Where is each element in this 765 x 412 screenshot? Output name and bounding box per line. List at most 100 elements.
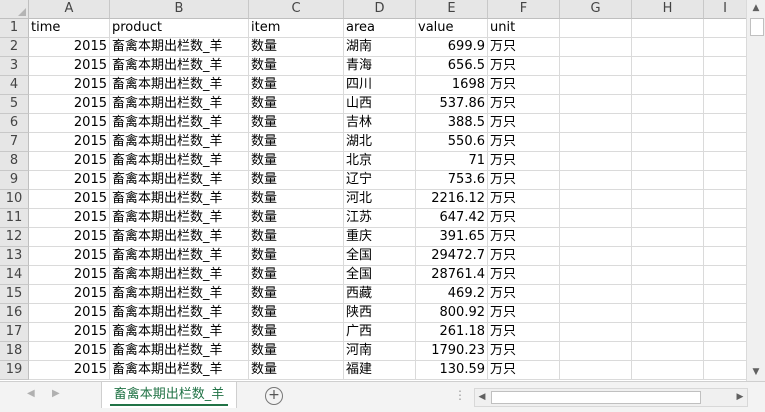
cell-unit[interactable]: 万只 (488, 228, 560, 247)
column-header-h[interactable]: H (632, 0, 704, 19)
cell-time[interactable]: 2015 (29, 285, 110, 304)
cell-empty[interactable] (560, 133, 632, 152)
cell-time[interactable]: 2015 (29, 133, 110, 152)
cell-empty[interactable] (632, 95, 704, 114)
cell-area[interactable]: 湖南 (344, 38, 416, 57)
cell-empty[interactable] (632, 361, 704, 380)
cell-area[interactable]: 北京 (344, 152, 416, 171)
select-all-corner[interactable] (0, 0, 29, 19)
cell-empty[interactable] (560, 171, 632, 190)
cell-empty[interactable] (632, 304, 704, 323)
row-header[interactable]: 15 (0, 285, 29, 304)
cell-empty[interactable] (632, 342, 704, 361)
cell-value[interactable]: 1698 (416, 76, 488, 95)
cell-item[interactable]: 数量 (249, 323, 344, 342)
sheet-tab-active[interactable]: 畜禽本期出栏数_羊 (101, 382, 237, 408)
cell-time[interactable]: 2015 (29, 304, 110, 323)
cell-time[interactable]: 2015 (29, 342, 110, 361)
cell-time[interactable]: 2015 (29, 152, 110, 171)
cell-value[interactable]: 261.18 (416, 323, 488, 342)
cell-empty[interactable] (704, 209, 746, 228)
cell-area[interactable]: 辽宁 (344, 171, 416, 190)
cell-empty[interactable] (704, 342, 746, 361)
cell-value[interactable]: 537.86 (416, 95, 488, 114)
cell-area[interactable]: 全国 (344, 266, 416, 285)
cell-area[interactable]: 陕西 (344, 304, 416, 323)
horizontal-scroll-thumb[interactable] (491, 391, 701, 404)
cell-time[interactable]: 2015 (29, 209, 110, 228)
cell-value[interactable]: 388.5 (416, 114, 488, 133)
cell-product[interactable]: 畜禽本期出栏数_羊 (110, 228, 249, 247)
cell-value[interactable]: 699.9 (416, 38, 488, 57)
cell-empty[interactable] (632, 266, 704, 285)
row-header[interactable]: 8 (0, 152, 29, 171)
cell-value[interactable]: 469.2 (416, 285, 488, 304)
cell-unit[interactable]: 万只 (488, 38, 560, 57)
row-header[interactable]: 4 (0, 76, 29, 95)
cell-empty[interactable] (632, 38, 704, 57)
cell-unit[interactable]: 万只 (488, 342, 560, 361)
cell-product[interactable]: 畜禽本期出栏数_羊 (110, 95, 249, 114)
column-header-g[interactable]: G (560, 0, 632, 19)
cell-empty[interactable] (560, 190, 632, 209)
cell-value[interactable]: 647.42 (416, 209, 488, 228)
cell-empty[interactable] (560, 209, 632, 228)
cell-value-header[interactable]: value (416, 19, 488, 38)
cell-area[interactable]: 吉林 (344, 114, 416, 133)
cell-area[interactable]: 湖北 (344, 133, 416, 152)
cell-empty[interactable] (560, 152, 632, 171)
cell-time[interactable]: 2015 (29, 114, 110, 133)
cell-unit[interactable]: 万只 (488, 361, 560, 380)
cell-time[interactable]: 2015 (29, 228, 110, 247)
cell-item[interactable]: 数量 (249, 247, 344, 266)
cell-empty[interactable] (704, 19, 746, 38)
cell-empty[interactable] (704, 133, 746, 152)
cell-unit[interactable]: 万只 (488, 304, 560, 323)
cell-product[interactable]: 畜禽本期出栏数_羊 (110, 209, 249, 228)
cell-unit[interactable]: 万只 (488, 76, 560, 95)
cell-value[interactable]: 2216.12 (416, 190, 488, 209)
cell-unit[interactable]: 万只 (488, 152, 560, 171)
cell-empty[interactable] (632, 133, 704, 152)
cell-item[interactable]: 数量 (249, 152, 344, 171)
cell-item[interactable]: 数量 (249, 171, 344, 190)
cell-time[interactable]: 2015 (29, 57, 110, 76)
cell-product[interactable]: 畜禽本期出栏数_羊 (110, 342, 249, 361)
cell-empty[interactable] (560, 76, 632, 95)
row-header[interactable]: 12 (0, 228, 29, 247)
cell-empty[interactable] (704, 228, 746, 247)
column-header-d[interactable]: D (344, 0, 416, 19)
cell-value[interactable]: 550.6 (416, 133, 488, 152)
cell-item[interactable]: 数量 (249, 76, 344, 95)
row-header[interactable]: 14 (0, 266, 29, 285)
cell-empty[interactable] (560, 19, 632, 38)
cell-unit[interactable]: 万只 (488, 266, 560, 285)
cell-item[interactable]: 数量 (249, 342, 344, 361)
cell-item[interactable]: 数量 (249, 266, 344, 285)
cell-empty[interactable] (704, 247, 746, 266)
add-sheet-icon[interactable]: + (265, 387, 283, 405)
cell-empty[interactable] (560, 247, 632, 266)
cell-value[interactable]: 656.5 (416, 57, 488, 76)
cell-item[interactable]: 数量 (249, 228, 344, 247)
cell-time[interactable]: 2015 (29, 38, 110, 57)
cell-time[interactable]: 2015 (29, 361, 110, 380)
cell-product[interactable]: 畜禽本期出栏数_羊 (110, 266, 249, 285)
cell-area[interactable]: 重庆 (344, 228, 416, 247)
cell-empty[interactable] (632, 114, 704, 133)
cell-area-header[interactable]: area (344, 19, 416, 38)
cell-product-header[interactable]: product (110, 19, 249, 38)
row-header[interactable]: 7 (0, 133, 29, 152)
next-sheet-icon[interactable]: ▶ (52, 388, 60, 399)
cell-item[interactable]: 数量 (249, 38, 344, 57)
spreadsheet-grid[interactable]: A B C D E F G H I 1 time product item ar… (0, 0, 746, 381)
cell-item[interactable]: 数量 (249, 304, 344, 323)
cell-empty[interactable] (704, 114, 746, 133)
column-header-i[interactable]: I (704, 0, 746, 19)
cell-time[interactable]: 2015 (29, 95, 110, 114)
cell-empty[interactable] (560, 95, 632, 114)
cell-value[interactable]: 753.6 (416, 171, 488, 190)
cell-empty[interactable] (632, 209, 704, 228)
cell-area[interactable]: 福建 (344, 361, 416, 380)
row-header[interactable]: 2 (0, 38, 29, 57)
